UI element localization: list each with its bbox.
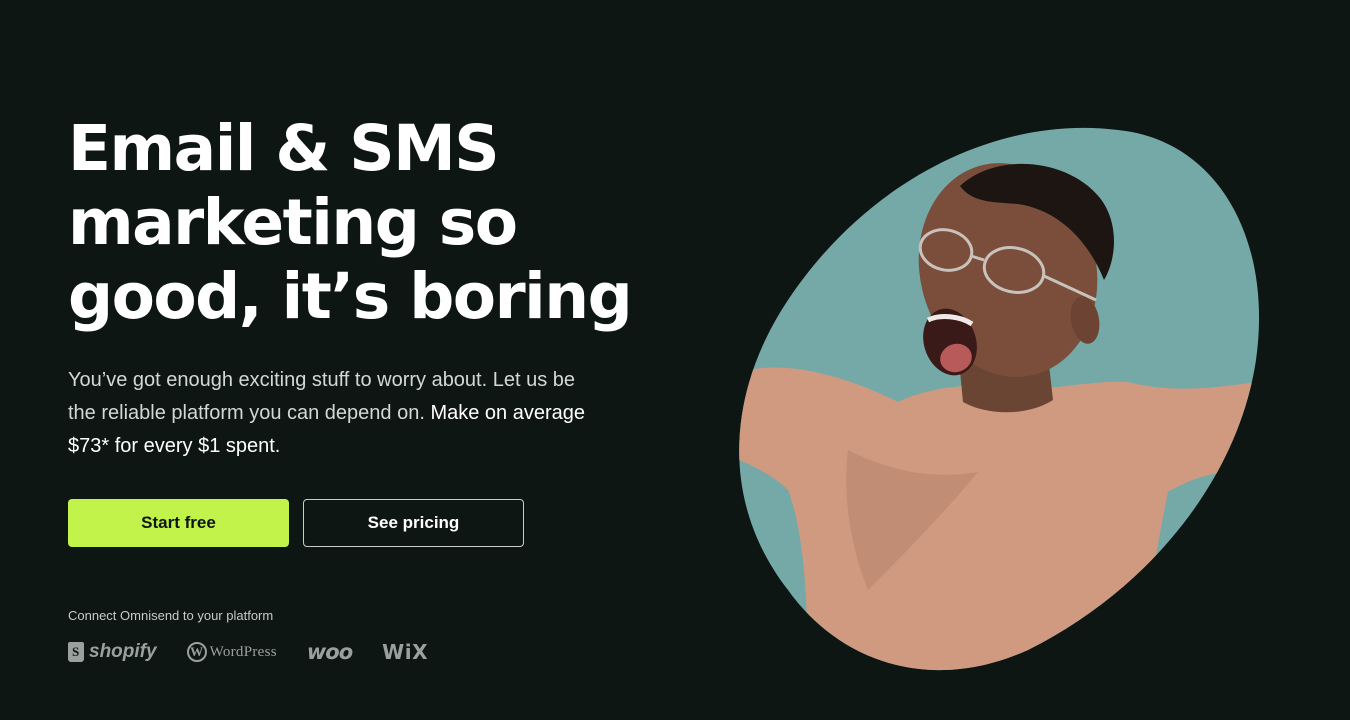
sweater [739,367,1260,671]
shopify-bag-icon [68,642,84,662]
wix-logo[interactable]: WiX [382,640,428,664]
hero-photo [739,127,1260,671]
see-pricing-button[interactable]: See pricing [303,499,524,547]
hero-title: Email & SMS marketing so good, it’s bori… [68,112,708,334]
hero-title-line: good, it’s boring [68,260,633,333]
wix-logo-text: WiX [382,640,428,664]
woo-logo[interactable]: woo [306,640,353,664]
woo-logo-text: woo [306,640,353,664]
wordpress-logo[interactable]: W WordPress [186,642,277,662]
wordpress-icon: W [186,642,207,662]
shopify-logo-text: shopify [89,641,157,662]
platform-logos: shopify W WordPress woo WiX [68,636,458,668]
hero-title-line: Email & SMS [68,112,500,185]
start-free-button[interactable]: Start free [68,499,289,547]
shopify-logo[interactable]: shopify [68,641,157,663]
hero-title-line: marketing so [68,186,518,259]
wordpress-logo-text: WordPress [209,643,277,660]
hero-subtitle: You’ve got enough exciting stuff to worr… [68,364,608,463]
integrations-label: Connect Omnisend to your platform [68,608,274,623]
